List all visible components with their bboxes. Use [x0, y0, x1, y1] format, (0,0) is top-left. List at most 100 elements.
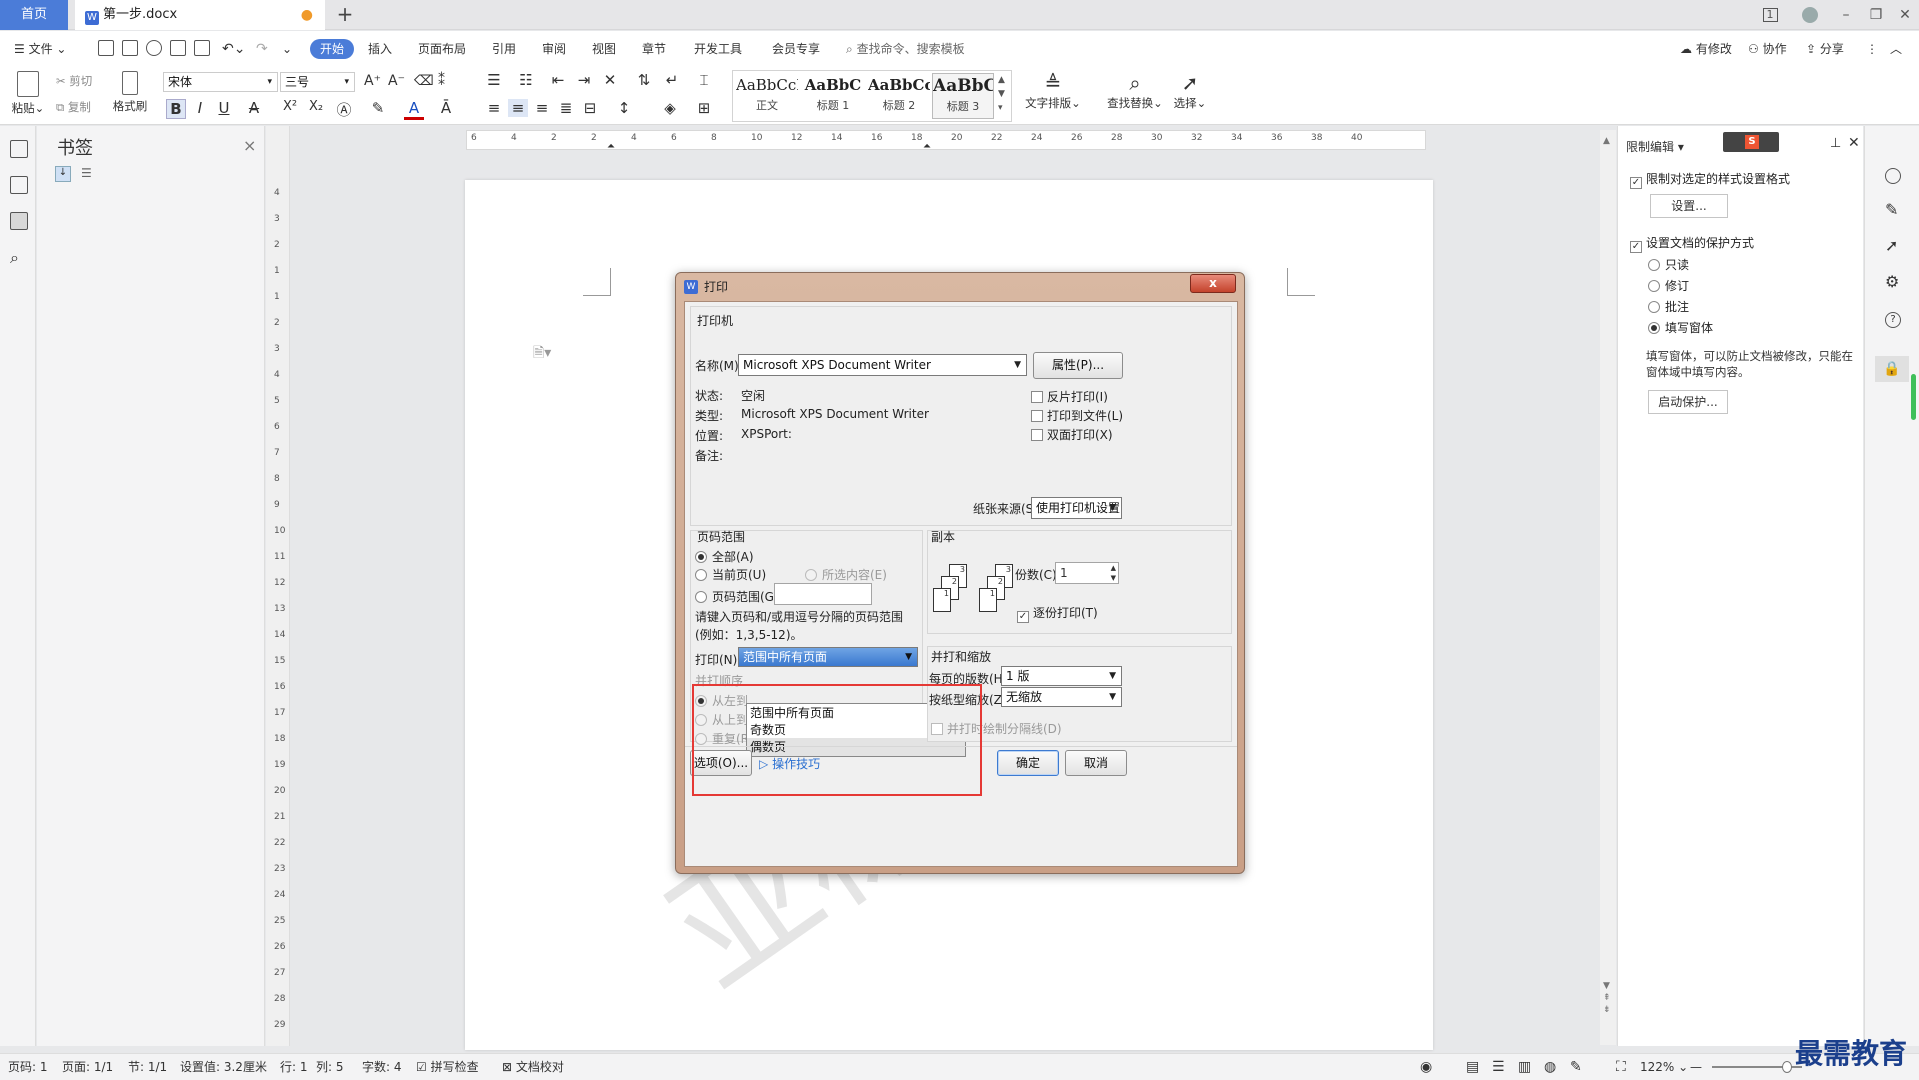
fit-page-icon[interactable]: ⛶ — [1616, 1054, 1626, 1080]
close-window-button[interactable]: ✕ — [1893, 4, 1917, 26]
clear-format-icon[interactable]: ⌫ — [414, 73, 434, 89]
menu-start[interactable]: 开始 — [310, 39, 355, 59]
highlight-icon[interactable]: ✎ — [368, 99, 388, 117]
copies-input[interactable]: 1 ▲ ▼ — [1055, 562, 1119, 584]
decrease-indent-icon[interactable]: ⇤ — [548, 71, 568, 89]
print-what-select[interactable]: 范围中所有页面 ▼ — [738, 647, 918, 667]
select-cursor-icon[interactable]: ➚ — [1885, 236, 1898, 255]
borders-icon[interactable]: ⊞ — [694, 99, 714, 117]
pages-per-sheet-select[interactable]: 1 版 ▼ — [1001, 666, 1122, 686]
mode-fill-form-radio[interactable] — [1648, 322, 1660, 334]
mode-comment[interactable]: 批注 — [1648, 298, 1689, 315]
print-to-file-checkbox[interactable] — [1031, 410, 1043, 422]
close-icon[interactable]: ✕ — [1848, 135, 1860, 151]
paper-source-select[interactable]: 使用打印机设置 ▼ — [1031, 497, 1122, 519]
find-replace-button[interactable]: ⌕ 查找替换⌄ — [1104, 71, 1166, 111]
find-icon[interactable]: ⌕ — [10, 248, 19, 268]
restrict-format-checkbox[interactable]: ✓ — [1630, 177, 1642, 189]
restore-button[interactable]: ❐ — [1864, 4, 1888, 26]
distributed-icon[interactable]: ⊟ — [580, 99, 600, 117]
new-doc-icon[interactable] — [98, 40, 114, 56]
lock-icon[interactable]: 🔒 — [1875, 356, 1909, 382]
reverse-print-checkbox[interactable] — [1031, 391, 1043, 403]
web-view-icon[interactable]: ◍ — [1544, 1054, 1556, 1080]
mode-comment-radio[interactable] — [1648, 301, 1660, 313]
zoom-out-icon[interactable]: — — [1690, 1054, 1702, 1080]
line-spacing-icon[interactable]: ↕ — [614, 99, 634, 117]
styles-scroll-icon[interactable]: ▲ ▼ ▾ — [998, 73, 1005, 115]
document-scrollbar[interactable]: ▲ ▼ ⇞ ⇟ — [1600, 130, 1616, 1045]
bold-button[interactable]: B — [166, 99, 186, 119]
mode-revision-radio[interactable] — [1648, 280, 1660, 292]
zoom-level[interactable]: 122% ⌄ — [1640, 1054, 1688, 1080]
shading-icon[interactable]: ◈ — [660, 99, 680, 117]
spinner-icon[interactable]: ▲ ▼ — [1111, 563, 1116, 583]
menu-member[interactable]: 会员专享 — [772, 39, 820, 59]
reverse-print-option[interactable]: 反片打印(I) — [1031, 388, 1108, 405]
range-all-radio[interactable] — [695, 551, 707, 563]
font-name-select[interactable]: 宋体 ▾ — [163, 72, 278, 92]
phonetic-icon[interactable]: ⁑ — [438, 73, 445, 89]
menu-review[interactable]: 审阅 — [542, 39, 566, 59]
range-current-option[interactable]: 当前页(U) — [695, 566, 766, 583]
help-icon[interactable]: ? — [1885, 312, 1901, 328]
printer-name-select[interactable]: Microsoft XPS Document Writer ▼ — [738, 354, 1027, 376]
avatar[interactable] — [1798, 4, 1822, 26]
page-view-icon[interactable]: ▤ — [1466, 1054, 1479, 1080]
menu-view[interactable]: 视图 — [592, 39, 616, 59]
menu-references[interactable]: 引用 — [492, 39, 516, 59]
spell-check-button[interactable]: ☑ 拼写检查 — [416, 1054, 479, 1080]
font-size-select[interactable]: 三号 ▾ — [280, 72, 355, 92]
style-normal[interactable]: AaBbCcI 正文 — [736, 73, 798, 119]
char-border-icon[interactable]: Ā — [436, 99, 456, 117]
close-icon[interactable]: × — [243, 136, 256, 155]
collapse-ribbon-icon[interactable]: ︿ — [1890, 39, 1902, 59]
row-number[interactable]: 行: 1 — [280, 1054, 308, 1080]
cut-button[interactable]: ✂ 剪切 — [56, 73, 92, 89]
scroll-down-icon[interactable]: ▼ ⇞ ⇟ — [1603, 980, 1611, 1016]
document-proofread-button[interactable]: ⊠ 文档校对 — [502, 1054, 564, 1080]
chapter-icon[interactable] — [10, 176, 28, 194]
printer-properties-button[interactable]: 属性(P)... — [1033, 352, 1123, 379]
range-pages-radio[interactable] — [695, 591, 707, 603]
paste-button[interactable]: 粘贴⌄ — [10, 71, 46, 116]
menu-page-layout[interactable]: 页面布局 — [418, 39, 466, 59]
reading-view-icon[interactable]: ▥ — [1518, 1054, 1531, 1080]
menu-chapter[interactable]: 章节 — [642, 39, 666, 59]
scale-select[interactable]: 无缩放 ▼ — [1001, 687, 1122, 707]
shrink-font-icon[interactable]: A⁻ — [388, 73, 405, 89]
mode-readonly-radio[interactable] — [1648, 259, 1660, 271]
right-indent-marker[interactable]: ⏶ — [923, 141, 931, 152]
range-selection-option[interactable]: 所选内容(E) — [805, 566, 887, 583]
customize-quick-access-icon[interactable]: ⌄ — [282, 39, 292, 59]
pin-icon[interactable]: ⊥ — [1830, 136, 1841, 151]
print-icon[interactable] — [170, 40, 186, 56]
more-icon[interactable]: ⋮ — [1866, 39, 1878, 59]
write-view-icon[interactable]: ✎ — [1570, 1054, 1582, 1080]
zoom-slider-thumb[interactable] — [1782, 1061, 1792, 1073]
sort-by-position-icon[interactable]: ☰ — [81, 166, 92, 180]
underline-button[interactable]: U — [214, 99, 234, 117]
collaborate-button[interactable]: ⚇ 协作 — [1748, 39, 1787, 59]
settings-button[interactable]: 设置... — [1650, 194, 1728, 218]
panel-title[interactable]: 限制编辑 ▾ — [1626, 138, 1684, 155]
left-indent-marker[interactable]: ⏶ — [607, 141, 615, 152]
outline-view-icon[interactable]: ☰ — [1492, 1054, 1505, 1080]
ime-toolbar[interactable]: S — [1723, 132, 1779, 152]
range-all-option[interactable]: 全部(A) — [695, 548, 754, 565]
navigation-icon[interactable] — [10, 140, 28, 158]
copy-button[interactable]: ⧉ 复制 — [56, 99, 91, 115]
scroll-up-icon[interactable]: ▲ — [1603, 136, 1610, 146]
share-button[interactable]: ⇪ 分享 — [1806, 39, 1844, 59]
print-to-file-option[interactable]: 打印到文件(L) — [1031, 407, 1123, 424]
style-heading-3[interactable]: AaBbC 标题 3 — [932, 73, 994, 119]
protection-mode-checkbox[interactable]: ✓ — [1630, 241, 1642, 253]
has-changes-button[interactable]: ☁ 有修改 — [1680, 39, 1732, 59]
range-pages-input[interactable] — [774, 583, 872, 605]
minimize-button[interactable]: – — [1834, 4, 1858, 26]
text-layout-button[interactable]: ≜ 文字排版⌄ — [1022, 71, 1084, 111]
mode-readonly[interactable]: 只读 — [1648, 256, 1689, 273]
menu-insert[interactable]: 插入 — [368, 39, 392, 59]
increase-indent-icon[interactable]: ⇥ — [574, 71, 594, 89]
numbering-icon[interactable]: ☷ — [516, 71, 536, 89]
